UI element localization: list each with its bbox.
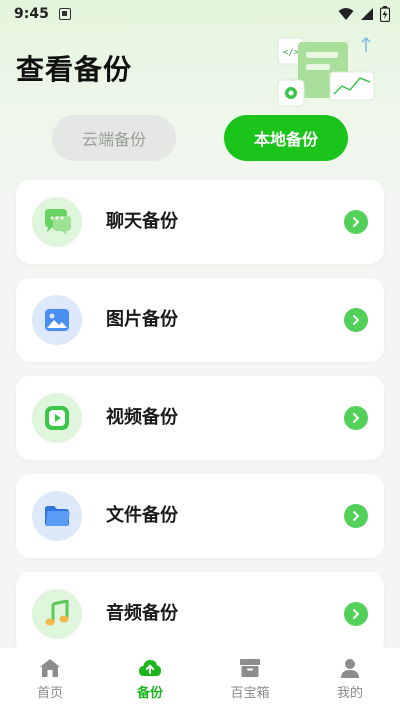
nav-label: 首页: [36, 686, 63, 701]
chat-icon: [32, 197, 82, 247]
nav-profile[interactable]: 我的: [300, 648, 400, 710]
backup-illustration: </>: [277, 36, 375, 107]
svg-text:</>: </>: [283, 48, 300, 58]
backup-item-label: 视频备份: [106, 407, 178, 428]
backup-item-label: 文件备份: [106, 505, 178, 526]
backup-item-label: 音频备份: [106, 603, 178, 624]
backup-item-chat[interactable]: 聊天备份: [16, 180, 384, 264]
music-icon: [32, 589, 82, 639]
nav-home[interactable]: 首页: [0, 648, 100, 710]
box-icon: [240, 659, 260, 677]
backup-item-video[interactable]: 视频备份: [16, 376, 384, 460]
nav-label: 我的: [336, 686, 363, 701]
page-title: 查看备份: [16, 53, 133, 86]
battery-icon: [380, 6, 390, 22]
home-icon: [40, 659, 60, 677]
video-icon: [32, 393, 82, 443]
nav-backup[interactable]: 备份: [100, 648, 200, 710]
backup-item-audio[interactable]: 音频备份: [16, 572, 384, 656]
status-bar: 9:45: [0, 0, 400, 28]
chevron-right-icon: [344, 308, 368, 332]
wifi-icon: [338, 8, 354, 20]
status-icons: [338, 6, 390, 22]
backup-item-label: 图片备份: [106, 309, 178, 330]
backup-item-file[interactable]: 文件备份: [16, 474, 384, 558]
folder-icon: [32, 491, 82, 541]
tab-local-backup[interactable]: 本地备份: [224, 115, 348, 161]
backup-item-label: 聊天备份: [106, 211, 178, 232]
chevron-right-icon: [344, 210, 368, 234]
user-icon: [341, 659, 359, 678]
chevron-right-icon: [344, 504, 368, 528]
cloud-upload-icon: [139, 660, 161, 676]
chevron-right-icon: [344, 602, 368, 626]
backup-item-image[interactable]: 图片备份: [16, 278, 384, 362]
notification-icon: [58, 8, 71, 20]
nav-label: 百宝箱: [230, 686, 270, 701]
signal-icon: [361, 8, 373, 20]
status-time: 9:45: [14, 6, 49, 22]
nav-label: 备份: [136, 686, 163, 701]
backup-tabs: 云端备份 本地备份: [0, 115, 400, 163]
bottom-nav: 首页 备份 百宝箱 我的: [0, 648, 400, 710]
chevron-right-icon: [344, 406, 368, 430]
tab-cloud-backup[interactable]: 云端备份: [52, 115, 176, 161]
image-icon: [32, 295, 82, 345]
nav-toolbox[interactable]: 百宝箱: [200, 648, 300, 710]
